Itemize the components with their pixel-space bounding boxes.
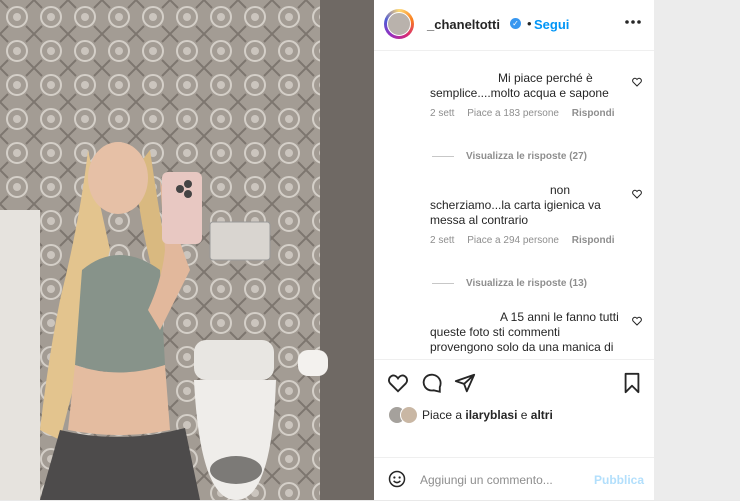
comment-likes[interactable]: Piace a 294 persone (467, 235, 559, 246)
comment-text-line: messa al contrario (430, 213, 529, 227)
share-icon[interactable] (454, 372, 476, 394)
likes-joiner: e (520, 408, 528, 422)
post-modal: _chaneltotti ✓ • Segui Mi piace perché è… (0, 0, 654, 500)
view-replies-label: Visualizza le risposte (27) (466, 151, 587, 162)
heart-icon[interactable] (387, 372, 409, 394)
avatar[interactable] (384, 9, 414, 39)
post-side-panel: _chaneltotti ✓ • Segui Mi piace perché è… (374, 0, 654, 500)
comment-time: 2 sett (430, 235, 455, 246)
post-photo (0, 0, 374, 500)
like-comment-icon[interactable] (632, 77, 642, 87)
comment-text-line: A 15 anni le fanno tutti (500, 310, 619, 324)
comment-meta: 2 sett Piace a 294 persone Rispondi (430, 235, 625, 246)
verified-badge-icon: ✓ (510, 18, 521, 29)
like-comment-icon[interactable] (632, 189, 642, 199)
bookmark-icon[interactable] (621, 372, 643, 394)
separator-dot: • (527, 16, 532, 31)
like-comment-icon[interactable] (632, 316, 642, 326)
view-replies-label: Visualizza le risposte (13) (466, 278, 587, 289)
comment-likes[interactable]: Piace a 183 persone (467, 108, 559, 119)
background-overlay (654, 0, 740, 500)
add-comment-bar: Aggiungi un commento... Pubblica (374, 457, 654, 501)
liker-avatar[interactable] (400, 406, 418, 424)
comment-text-line: non (550, 183, 571, 197)
view-replies-button[interactable]: Visualizza le risposte (13) (432, 278, 587, 289)
likes-prefix: Piace a (422, 408, 463, 422)
comment-text-line: semplice....molto acqua e sapone (430, 86, 609, 100)
publish-button[interactable]: Pubblica (594, 473, 644, 487)
emoji-icon[interactable] (388, 470, 406, 488)
comment-icon[interactable] (421, 372, 443, 394)
liker-username[interactable]: ilaryblasi (465, 408, 517, 422)
reply-button[interactable]: Rispondi (572, 108, 615, 119)
view-replies-button[interactable]: Visualizza le risposte (27) (432, 151, 587, 162)
likes-others[interactable]: altri (531, 408, 553, 422)
more-icon[interactable] (624, 13, 642, 36)
comments-list: Mi piace perché è semplice....molto acqu… (374, 51, 654, 359)
comment-text-line: queste foto sti commenti (430, 325, 561, 339)
comment-text-line: Mi piace perché è (498, 71, 593, 85)
comment-text-line: provengono solo da una manica di (430, 340, 614, 354)
reply-button[interactable]: Rispondi (572, 235, 615, 246)
comment-meta: 2 sett Piace a 183 persone Rispondi (430, 108, 625, 119)
likes-summary: Piace a ilaryblasi e altri (374, 400, 654, 430)
likes-text: Piace a ilaryblasi e altri (422, 408, 553, 422)
follow-button[interactable]: Segui (534, 17, 569, 32)
comment-text-line: scherziamo...la carta igienica va (430, 198, 601, 212)
post-header: _chaneltotti ✓ • Segui (374, 0, 654, 51)
username[interactable]: _chaneltotti (427, 17, 500, 32)
comment-time: 2 sett (430, 108, 455, 119)
comment-input[interactable]: Aggiungi un commento... (420, 473, 553, 487)
